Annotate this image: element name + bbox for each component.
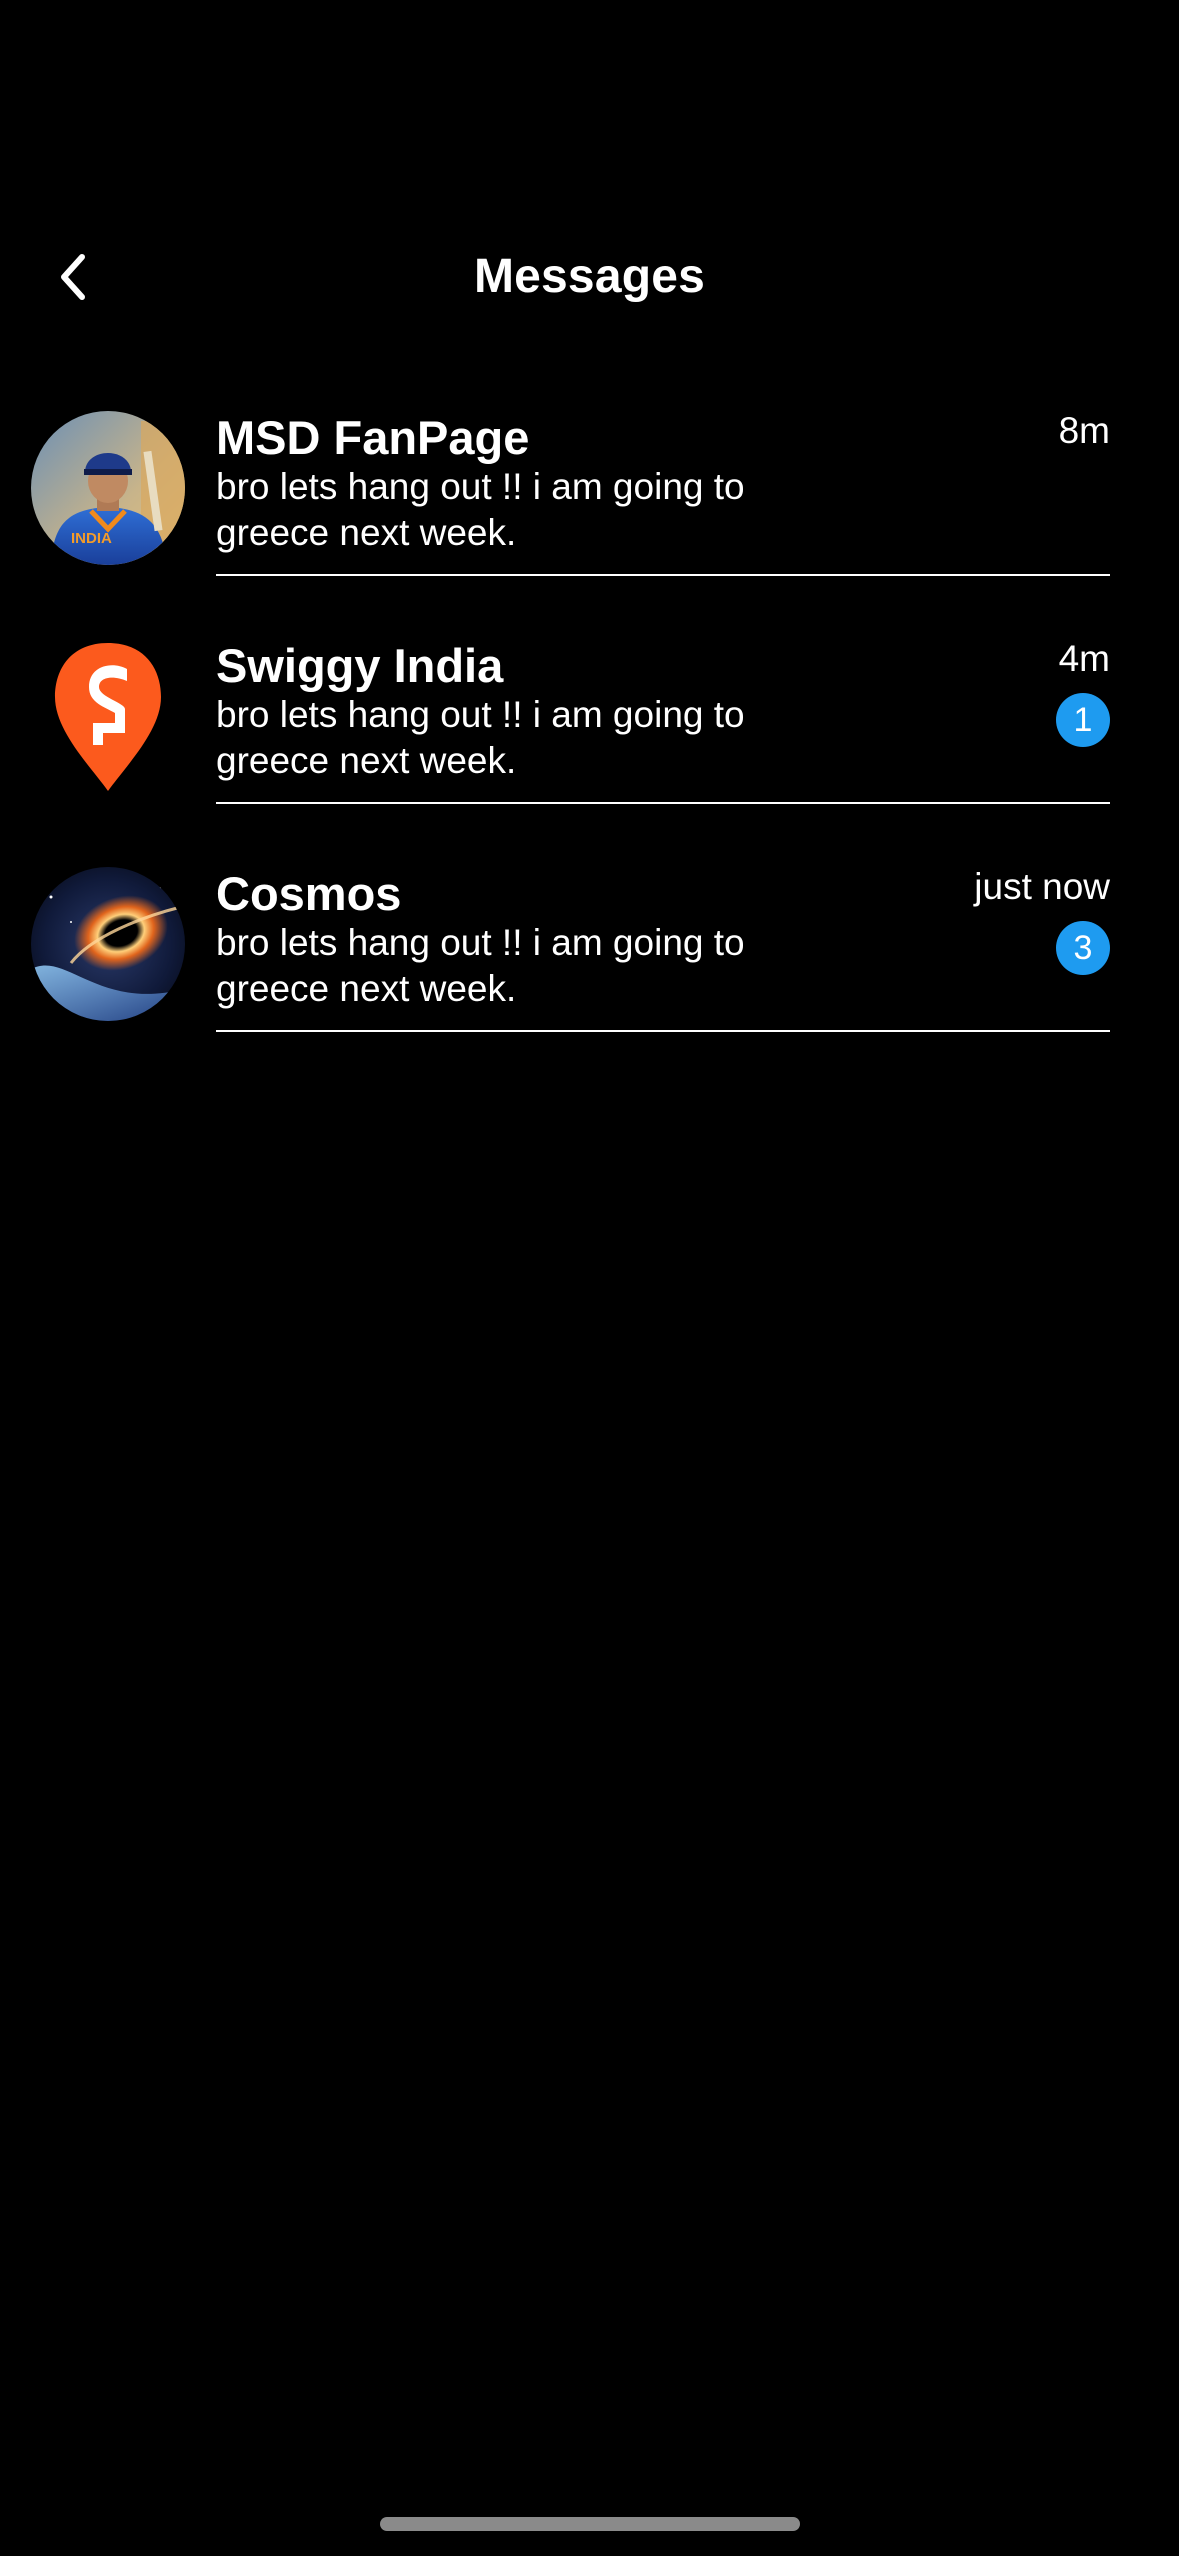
timestamp: 4m — [1058, 638, 1110, 679]
conversation-content: Cosmos bro lets hang out !! i am going t… — [216, 864, 1110, 1032]
top-navigation-bar: Messages — [0, 240, 1179, 314]
conversation-name: Swiggy India — [216, 639, 504, 692]
page-title: Messages — [473, 250, 706, 303]
home-indicator[interactable] — [380, 2517, 800, 2531]
conversation-content: MSD FanPage bro lets hang out !! i am go… — [216, 408, 1110, 576]
conversation-item-swiggy-india[interactable]: Swiggy India bro lets hang out !! i am g… — [0, 636, 1179, 864]
conversation-item-cosmos[interactable]: Cosmos bro lets hang out !! i am going t… — [0, 864, 1179, 1092]
avatar-cosmos — [31, 867, 185, 1021]
timestamp: 8m — [1058, 410, 1110, 451]
message-preview: bro lets hang out !! i am going to greec… — [216, 694, 745, 781]
conversation-item-msd-fanpage[interactable]: INDIA MSD FanPage bro lets hang out !! i… — [0, 408, 1179, 636]
timestamp: just now — [974, 866, 1110, 907]
swiggy-logo-icon — [55, 643, 161, 791]
black-hole-icon — [31, 867, 185, 1021]
conversation-content: Swiggy India bro lets hang out !! i am g… — [216, 636, 1110, 804]
unread-count-badge: 1 — [1056, 693, 1110, 747]
conversation-name: MSD FanPage — [216, 411, 530, 464]
message-preview: bro lets hang out !! i am going to greec… — [216, 922, 745, 1009]
conversation-name: Cosmos — [216, 867, 402, 920]
unread-count-badge: 3 — [1056, 921, 1110, 975]
conversation-list: INDIA MSD FanPage bro lets hang out !! i… — [0, 408, 1179, 1092]
message-preview: bro lets hang out !! i am going to greec… — [216, 466, 745, 553]
avatar-msd-fanpage: INDIA — [31, 411, 185, 565]
cricketer-photo-icon: INDIA — [31, 411, 185, 565]
avatar-swiggy-india — [31, 639, 185, 793]
svg-text:INDIA: INDIA — [71, 530, 112, 547]
